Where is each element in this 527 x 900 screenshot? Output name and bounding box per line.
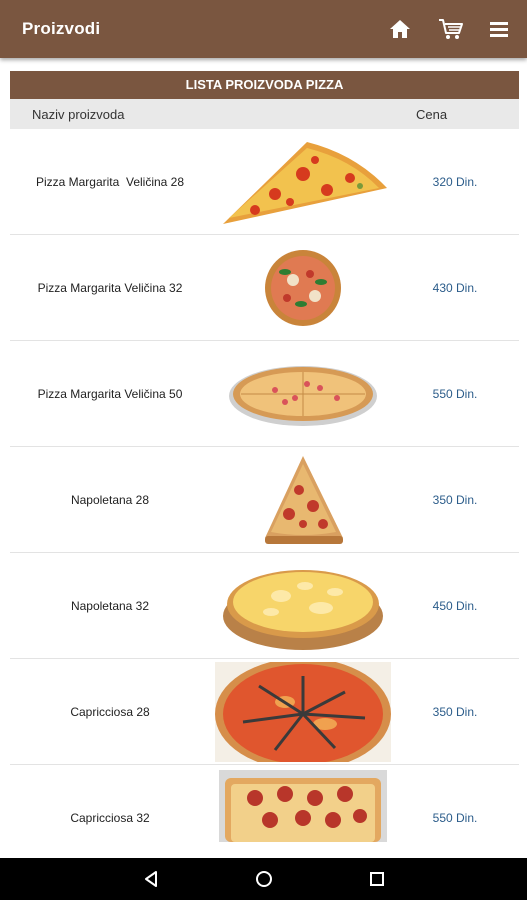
product-price: 350 Din.: [432, 704, 478, 719]
product-name: Capricciosa 32: [70, 810, 150, 825]
pizza-basil-image: [215, 238, 391, 338]
column-name-header: Naziv proizvoda: [32, 107, 125, 122]
pizza-anchovy-image: [215, 662, 391, 762]
cart-icon[interactable]: [437, 15, 465, 43]
product-row[interactable]: Pizza Margarita Veličina 28 320 Din.: [10, 129, 519, 235]
product-price: 430 Din.: [432, 280, 478, 295]
product-row[interactable]: Capricciosa 28 350 Din.: [10, 659, 519, 765]
menu-icon[interactable]: [485, 15, 513, 43]
product-name: Capricciosa 28: [70, 704, 150, 719]
product-price: 550 Din.: [432, 810, 478, 825]
system-nav-bar: [0, 858, 527, 900]
product-name: Pizza Margarita Veličina 32: [37, 280, 183, 295]
recents-icon[interactable]: [365, 867, 389, 891]
product-price: 450 Din.: [432, 598, 478, 613]
product-row[interactable]: Capricciosa 32 550 Din.: [10, 765, 519, 858]
pizza-slice-image: [215, 132, 391, 232]
pizza-large-image: [215, 344, 391, 444]
product-name: Napoletana 28: [70, 492, 150, 507]
column-price-header: Cena: [416, 107, 448, 122]
product-name: Pizza Margarita Veličina 28: [35, 174, 185, 189]
product-name: Napoletana 32: [70, 598, 150, 613]
pizza-slice-image: [215, 450, 391, 550]
home-nav-icon[interactable]: [252, 867, 276, 891]
product-name: Pizza Margarita Veličina 50: [37, 386, 183, 401]
product-price: 550 Din.: [432, 386, 478, 401]
list-title: LISTA PROIZVODA PIZZA: [10, 71, 519, 99]
product-price: 320 Din.: [432, 174, 478, 189]
product-row[interactable]: Napoletana 28 350 Din.: [10, 447, 519, 553]
product-row[interactable]: Pizza Margarita Veličina 50 550 Din.: [10, 341, 519, 447]
pizza-cheese-image: [215, 556, 391, 656]
page-title: Proizvodi: [22, 19, 101, 38]
app-bar: Proizvodi: [0, 0, 527, 58]
product-list: LISTA PROIZVODA PIZZA Naziv proizvoda Ce…: [0, 58, 527, 858]
back-icon[interactable]: [139, 867, 163, 891]
pizza-pepperoni-image: [215, 768, 391, 858]
product-price: 350 Din.: [432, 492, 478, 507]
home-icon[interactable]: [386, 15, 414, 43]
product-row[interactable]: Pizza Margarita Veličina 32 430 Din.: [10, 235, 519, 341]
product-row[interactable]: Napoletana 32 450 Din.: [10, 553, 519, 659]
column-header: Naziv proizvoda Cena: [10, 99, 519, 129]
